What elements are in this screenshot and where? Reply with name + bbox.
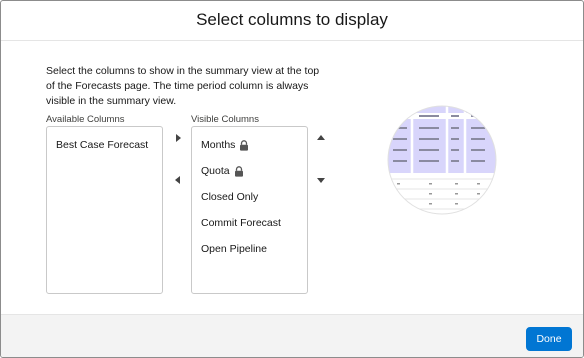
visible-item-label: Closed Only [201,191,259,203]
available-columns-listbox[interactable]: Best Case Forecast [46,126,163,294]
visible-item-label: Quota [201,165,230,177]
visible-item-open-pipeline[interactable]: Open Pipeline [201,243,267,255]
triangle-left-icon [175,176,180,184]
done-button[interactable]: Done [526,327,572,351]
move-to-available-button[interactable] [171,173,185,187]
available-item-label: Best Case Forecast [56,139,149,151]
triangle-right-icon [176,134,181,142]
available-columns-label: Available Columns [46,114,125,125]
triangle-up-icon [317,135,325,140]
visible-item-months[interactable]: Months [201,139,249,151]
visible-item-closed-only[interactable]: Closed Only [201,191,258,203]
lock-icon [234,165,243,177]
visible-item-label: Open Pipeline [201,243,267,255]
move-to-visible-button[interactable] [171,131,185,145]
triangle-down-icon [317,178,325,183]
modal-title: Select columns to display [196,10,388,29]
summary-view-illustration [387,105,497,215]
visible-item-label: Months [201,139,236,151]
visible-item-quota[interactable]: Quota [201,165,244,177]
modal-footer: Done [1,314,583,357]
lock-icon [240,139,249,151]
visible-item-commit-forecast[interactable]: Commit Forecast [201,217,281,229]
modal-header: Select columns to display [1,1,583,41]
available-item-best-case-forecast[interactable]: Best Case Forecast [56,139,148,151]
select-columns-modal: Select columns to display Select the col… [0,0,584,358]
modal-description: Select the columns to show in the summar… [46,65,320,107]
visible-columns-listbox[interactable]: Months Quota Closed Only Commit Forecast… [191,126,308,294]
move-down-button[interactable] [314,173,328,187]
visible-columns-label: Visible Columns [191,114,259,125]
move-up-button[interactable] [314,131,328,145]
visible-item-label: Commit Forecast [201,217,281,229]
